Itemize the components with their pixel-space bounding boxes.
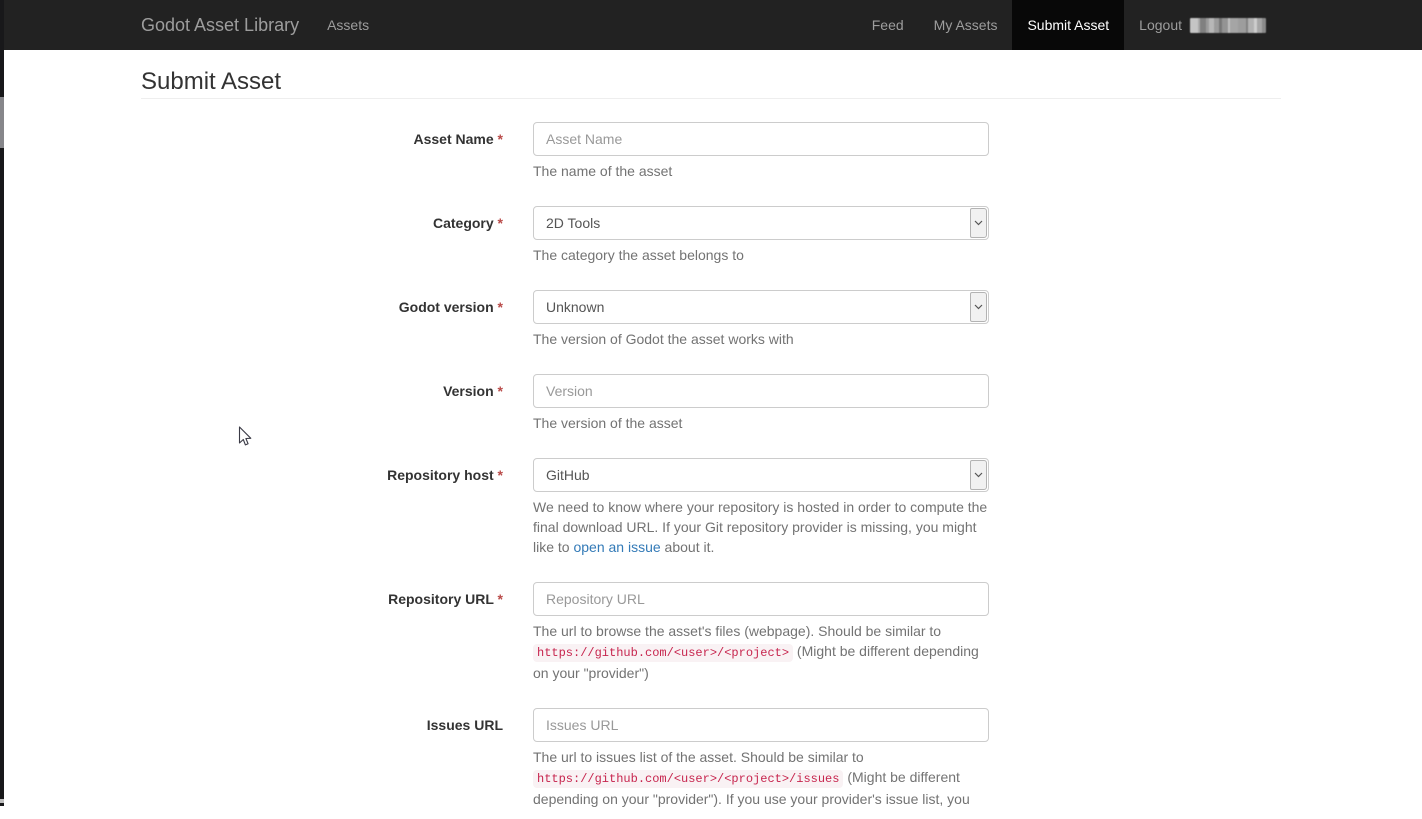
field-help-text: We need to know where your repository is…	[533, 497, 997, 557]
brand-link[interactable]: Godot Asset Library	[141, 0, 299, 50]
field-label: Godot version *	[399, 299, 503, 315]
nav-item-assets[interactable]: Assets	[312, 0, 384, 50]
required-asterisk: *	[494, 299, 503, 315]
nav-item-label: Logout	[1139, 17, 1182, 33]
field-help-text: The url to browse the asset's files (web…	[533, 621, 997, 683]
left-screen-edge	[0, 0, 4, 806]
nav-item-label: My Assets	[934, 17, 998, 33]
category-selected-value: 2D Tools	[534, 207, 988, 239]
form-row-repository-host: Repository host * GitHub We need to know…	[141, 458, 1281, 567]
godot-version-selected-value: Unknown	[534, 291, 988, 323]
required-asterisk: *	[494, 591, 503, 607]
required-asterisk: *	[494, 383, 503, 399]
field-help-text: The version of the asset	[533, 413, 997, 433]
asset-name-input[interactable]	[533, 122, 989, 156]
category-select[interactable]: 2D Tools	[533, 206, 989, 240]
page-title: Submit Asset	[141, 68, 1281, 99]
field-help-text: The url to issues list of the asset. Sho…	[533, 747, 997, 809]
field-label: Repository URL *	[388, 591, 503, 607]
repository-host-select[interactable]: GitHub	[533, 458, 989, 492]
url-example-code: https://github.com/<user>/<project>/issu…	[533, 770, 843, 788]
field-help-text: The category the asset belongs to	[533, 245, 997, 265]
field-label: Issues URL	[427, 717, 503, 733]
field-help-text: The name of the asset	[533, 161, 997, 181]
navbar: Godot Asset Library Assets Feed My Assets…	[0, 0, 1422, 50]
navbar-left-menu: Assets	[312, 0, 384, 50]
form-row-godot-version: Godot version * Unknown The version of G…	[141, 290, 1281, 359]
left-edge-light-segment	[0, 97, 4, 148]
field-help-text: The version of Godot the asset works wit…	[533, 329, 997, 349]
chevron-down-icon	[970, 460, 987, 490]
godot-version-select[interactable]: Unknown	[533, 290, 989, 324]
nav-item-feed[interactable]: Feed	[857, 0, 919, 50]
version-input[interactable]	[533, 374, 989, 408]
nav-item-label: Feed	[872, 17, 904, 33]
nav-item-logout[interactable]: Logout	[1124, 0, 1281, 50]
chevron-down-icon	[970, 292, 987, 322]
repository-host-selected-value: GitHub	[534, 459, 988, 491]
open-an-issue-link[interactable]: open an issue	[573, 539, 660, 555]
field-label: Repository host *	[387, 467, 503, 483]
form-row-issues-url: Issues URL The url to issues list of the…	[141, 708, 1281, 819]
required-asterisk: *	[494, 467, 503, 483]
issues-url-input[interactable]	[533, 708, 989, 742]
form-row-repository-url: Repository URL * The url to browse the a…	[141, 582, 1281, 693]
form-row-category: Category * 2D Tools The category the ass…	[141, 206, 1281, 275]
nav-item-label: Assets	[327, 17, 369, 33]
required-asterisk: *	[494, 215, 503, 231]
redacted-username	[1190, 18, 1266, 33]
field-label: Version *	[443, 383, 503, 399]
main-content: Submit Asset Asset Name * The name of th…	[141, 68, 1281, 819]
field-label: Category *	[433, 215, 503, 231]
nav-item-label: Submit Asset	[1027, 17, 1109, 33]
submit-asset-form: Asset Name * The name of the asset Categ…	[141, 122, 1281, 819]
nav-item-my-assets[interactable]: My Assets	[919, 0, 1013, 50]
url-example-code: https://github.com/<user>/<project>	[533, 644, 793, 662]
required-asterisk: *	[494, 131, 503, 147]
form-row-version: Version * The version of the asset	[141, 374, 1281, 443]
repository-url-input[interactable]	[533, 582, 989, 616]
nav-item-submit-asset[interactable]: Submit Asset	[1012, 0, 1124, 50]
chevron-down-icon	[970, 208, 987, 238]
form-row-asset-name: Asset Name * The name of the asset	[141, 122, 1281, 191]
field-label: Asset Name *	[414, 131, 504, 147]
left-edge-light-segment-bottom	[0, 799, 4, 803]
navbar-right-menu: Feed My Assets Submit Asset Logout	[857, 0, 1281, 50]
